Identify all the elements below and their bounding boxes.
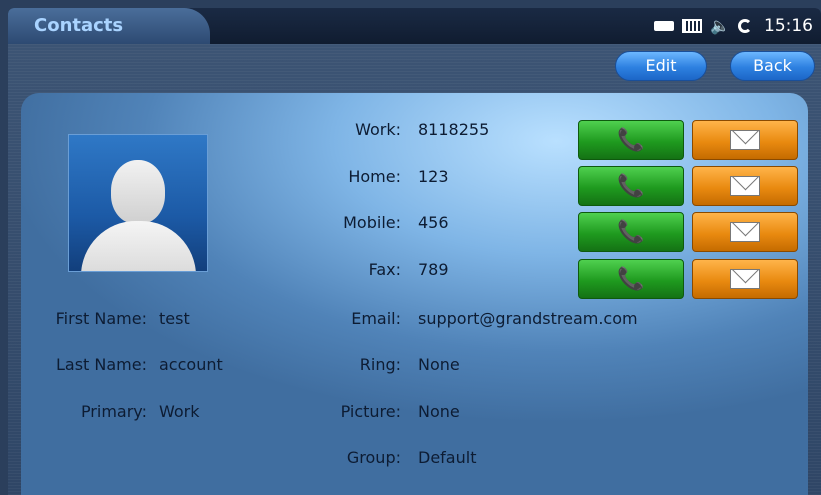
phone-icon: 📞	[617, 266, 645, 292]
mobile-label: Mobile:	[343, 213, 401, 232]
picture-value: None	[418, 402, 460, 421]
call-home-button[interactable]: 📞	[578, 166, 684, 206]
clock: 15:16	[764, 16, 813, 36]
message-home-button[interactable]	[692, 166, 798, 206]
page-title: Contacts	[8, 8, 210, 44]
call-mobile-button[interactable]: 📞	[578, 212, 684, 252]
ring-label: Ring:	[359, 355, 401, 374]
email-label: Email:	[351, 309, 401, 328]
app-window: Contacts 🔈 15:16 Edit Back First Name: t…	[8, 8, 821, 495]
mobile-value: 456	[418, 213, 449, 232]
battery-icon	[654, 21, 675, 31]
edit-button[interactable]: Edit	[615, 51, 707, 81]
call-fax-button[interactable]: 📞	[578, 259, 684, 299]
phone-icon: 📞	[617, 219, 645, 245]
picture-label: Picture:	[340, 402, 401, 421]
envelope-icon	[730, 269, 760, 289]
work-value: 8118255	[418, 120, 490, 139]
speaker-icon: 🔈	[710, 16, 730, 35]
home-value: 123	[418, 167, 449, 186]
sync-icon	[738, 19, 752, 33]
home-label: Home:	[348, 167, 401, 186]
envelope-icon	[730, 130, 760, 150]
phone-icon: 📞	[617, 127, 645, 153]
envelope-icon	[730, 222, 760, 242]
group-label: Group:	[346, 448, 401, 467]
call-work-button[interactable]: 📞	[578, 120, 684, 160]
group-value: Default	[418, 448, 477, 467]
fax-label: Fax:	[368, 260, 401, 279]
message-mobile-button[interactable]	[692, 212, 798, 252]
envelope-icon	[730, 176, 760, 196]
ring-value: None	[418, 355, 460, 374]
contact-detail-panel: First Name: test Last Name: account Prim…	[21, 93, 808, 495]
message-work-button[interactable]	[692, 120, 798, 160]
fax-value: 789	[418, 260, 449, 279]
avatar	[68, 134, 208, 272]
keyboard-icon	[682, 19, 703, 33]
work-label: Work:	[355, 120, 401, 139]
email-value: support@grandstream.com	[418, 309, 638, 328]
message-fax-button[interactable]	[692, 259, 798, 299]
back-button[interactable]: Back	[730, 51, 815, 81]
status-icons: 🔈 15:16	[654, 8, 813, 44]
status-bar: Contacts 🔈 15:16	[8, 8, 821, 44]
phone-icon: 📞	[617, 173, 645, 199]
